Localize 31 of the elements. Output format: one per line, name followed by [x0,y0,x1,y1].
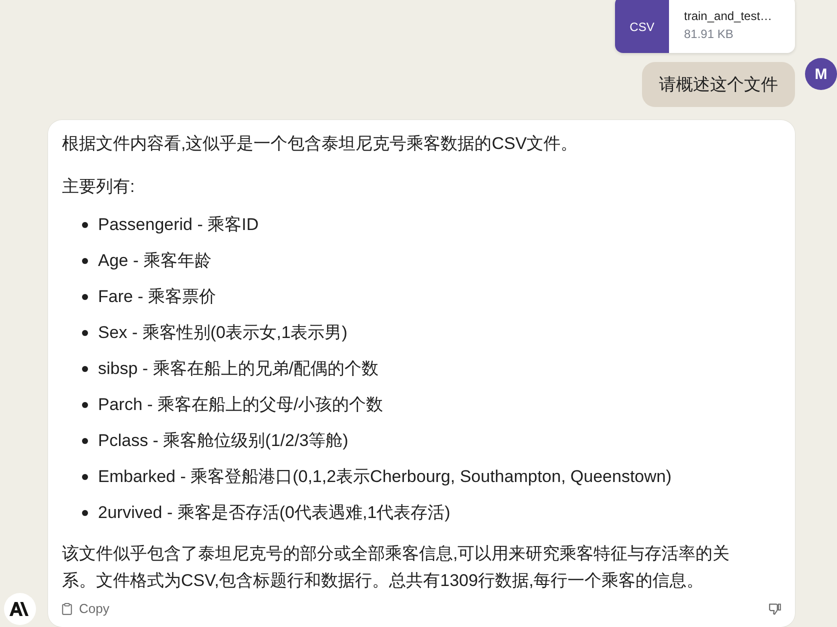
bullet-icon [82,474,88,480]
copy-button[interactable]: Copy [62,599,110,619]
file-type-tile: CSV [615,0,669,53]
file-size: 81.91 KB [684,26,734,42]
list-item-text: Fare - 乘客票价 [98,286,216,308]
user-avatar: M [805,58,837,90]
response-paragraph: 根据文件内容看,这似乎是一个包含泰坦尼克号乘客数据的CSV文件。 [62,133,579,155]
list-item-text: 2urvived - 乘客是否存活(0代表遇难,1代表存活) [98,502,450,524]
bullet-icon [82,330,88,336]
file-name: train_and_test… [684,8,772,24]
list-item-text: sibsp - 乘客在船上的兄弟/配偶的个数 [98,358,379,380]
clipboard-icon [62,603,72,615]
list-item-text: Embarked - 乘客登船港口(0,1,2表示Cherbourg, Southampton, Queenstown) [98,466,672,488]
bullet-icon [82,222,88,228]
list-item-text: Age - 乘客年龄 [98,250,212,272]
bullet-icon [82,510,88,516]
response-paragraph: 该文件似乎包含了泰坦尼克号的部分或全部乘客信息,可以用来研究乘客特征与存活率的关系。文件格式为CSV,包含标题行和数据行。总共有1309行数据,每行一个乘客的信息。 [62,543,731,592]
list-item-text: Parch - 乘客在船上的父母/小孩的个数 [98,394,384,416]
list-heading: 主要列有: [62,176,136,198]
bullet-icon [82,402,88,408]
list-item-text: Passengerid - 乘客ID [98,214,259,236]
logo-icon [4,593,36,625]
bullet-icon [82,258,88,264]
list-item-text: Sex - 乘客性别(0表示女,1表示男) [98,322,348,344]
bullet-icon [82,294,88,300]
list-item-text: Pclass - 乘客舱位级别(1/2/3等舱) [98,430,348,452]
file-attachment-card[interactable]: CSV train_and_test… 81.91 KB [615,0,795,53]
bullet-icon [82,438,88,444]
thumbs-down-icon[interactable] [769,603,781,615]
user-message: 请概述这个文件 [642,62,795,107]
bullet-icon [82,366,88,372]
